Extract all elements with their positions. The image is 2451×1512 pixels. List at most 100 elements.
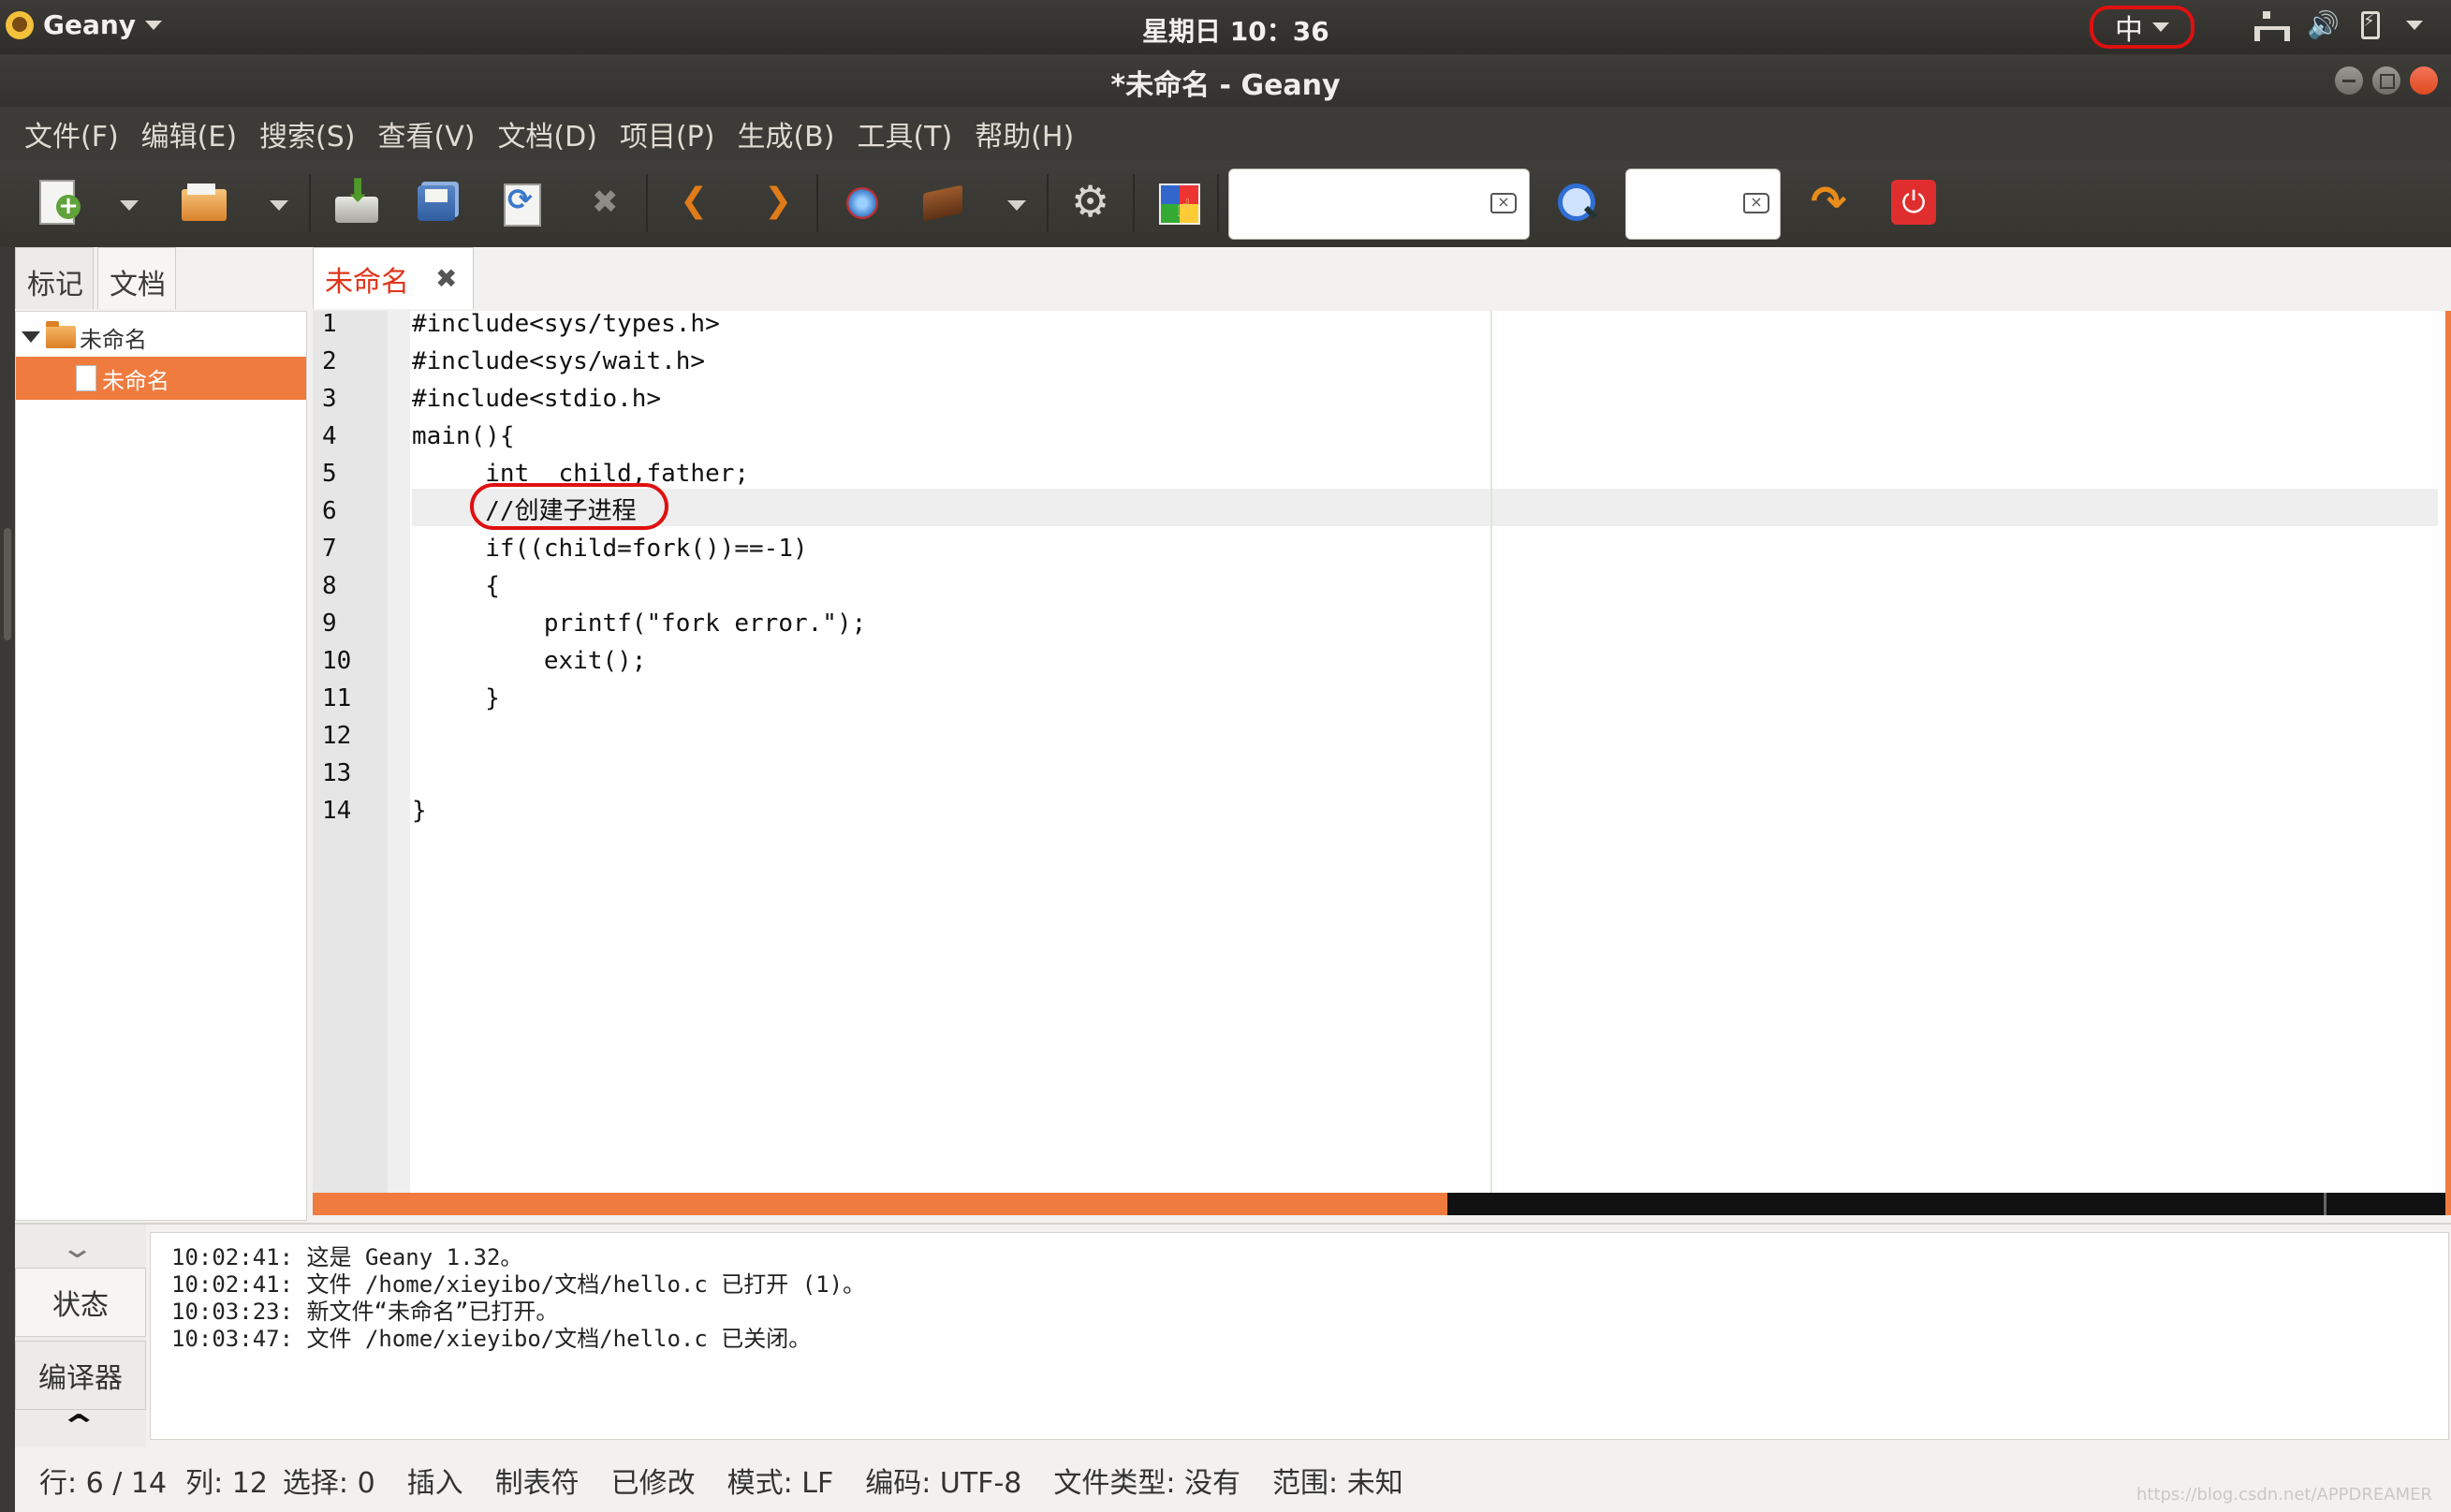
navigate-forward-icon[interactable] (749, 178, 800, 228)
tab-documents[interactable]: 文档 (97, 247, 176, 309)
scrollbar-thumb[interactable] (313, 1193, 1447, 1215)
close-window-button[interactable] (2409, 66, 2439, 95)
search-input[interactable] (1228, 169, 1530, 240)
status-selection: 选择: 0 (282, 1466, 375, 1500)
menu-build[interactable]: 生成(B) (737, 113, 834, 154)
network-icon[interactable] (2253, 11, 2290, 41)
line-number: 7 (322, 535, 337, 563)
code-line: #include<sys/wait.h> (412, 347, 706, 375)
build-dropdown-icon[interactable] (1007, 200, 1026, 211)
menu-file[interactable]: 文件(F) (24, 113, 119, 154)
system-menu-chevron-icon[interactable] (2406, 21, 2423, 30)
code-editor[interactable]: 1 2 3 4 5 6 7 8 9 10 11 12 13 14 #includ… (313, 310, 2451, 1215)
chevron-up-icon[interactable]: ⌃ (59, 1408, 99, 1446)
line-number: 2 (322, 347, 337, 375)
toolbar-separator (1047, 174, 1049, 232)
open-file-icon[interactable] (180, 178, 230, 228)
code-line: printf("fork error."); (412, 609, 867, 638)
fold-margin[interactable] (388, 311, 410, 1215)
status-indent: 制表符 (494, 1466, 580, 1500)
menu-bar: 文件(F) 编辑(E) 搜索(S) 查看(V) 文档(D) 项目(P) 生成(B… (0, 107, 2451, 161)
open-recent-dropdown-icon[interactable] (270, 200, 288, 211)
menu-document[interactable]: 文档(D) (497, 113, 597, 154)
system-tray: 🔊 (2253, 11, 2423, 41)
status-bar: 行: 6 / 14 列: 12 选择: 0 插入 制表符 已修改 模式: LF … (15, 1447, 2451, 1512)
status-line: 行: 6 / 14 (39, 1466, 168, 1500)
status-encoding: 编码: UTF-8 (865, 1466, 1022, 1500)
tree-file-label: 未命名 (102, 367, 169, 394)
maximize-button[interactable] (2371, 66, 2401, 95)
editor-tab[interactable]: 未命名 ✖ (313, 247, 474, 309)
window-title: *未命名 - Geany (1110, 69, 1341, 102)
clear-goto-icon[interactable]: × (1743, 193, 1769, 213)
toolbar-separator (309, 174, 311, 232)
menu-tools[interactable]: 工具(T) (857, 113, 952, 154)
close-file-icon[interactable] (580, 178, 631, 228)
tab-compiler[interactable]: 编译器 (15, 1341, 146, 1410)
expander-icon[interactable] (22, 331, 40, 343)
editor-tab-label: 未命名 (325, 265, 409, 299)
menu-search[interactable]: 搜索(S) (259, 113, 355, 154)
code-line: } (412, 684, 500, 712)
line-number: 6 (322, 497, 337, 525)
build-icon[interactable] (917, 178, 968, 228)
message-window: ⌄ 状态 编译器 ⌃ 10:02:41: 这是 Geany 1.32。 10:0… (15, 1223, 2451, 1449)
chevron-down-icon (145, 20, 163, 30)
code-line: exit(); (412, 647, 647, 675)
preferences-icon[interactable] (1067, 176, 1118, 228)
compile-icon[interactable] (837, 178, 888, 228)
chevron-down-icon[interactable]: ⌄ (60, 1232, 95, 1265)
toolbar (0, 161, 2451, 247)
toolbar-separator (1133, 174, 1135, 232)
status-log[interactable]: 10:02:41: 这是 Geany 1.32。 10:02:41: 文件 /h… (150, 1232, 2449, 1440)
menu-help[interactable]: 帮助(H) (975, 113, 1074, 154)
color-chooser-icon[interactable] (1153, 178, 1204, 228)
watermark: https://blog.csdn.net/APPDREAMER (2135, 1485, 2432, 1505)
new-file-icon[interactable] (32, 178, 82, 228)
tree-folder-label: 未命名 (80, 326, 147, 353)
navigate-back-icon[interactable] (667, 178, 717, 228)
new-file-dropdown-icon[interactable] (120, 200, 139, 211)
save-icon[interactable] (331, 172, 382, 228)
current-line-highlight (412, 489, 2438, 526)
volume-icon[interactable]: 🔊 (2307, 11, 2340, 39)
editor-tabbar: 未命名 ✖ (313, 247, 2451, 309)
tab-status[interactable]: 状态 (15, 1268, 146, 1337)
menu-project[interactable]: 项目(P) (620, 113, 715, 154)
clock[interactable]: 星期日 10：36 (1142, 11, 1329, 49)
app-menu[interactable]: Geany (6, 9, 163, 40)
code-line: #include<stdio.h> (412, 385, 662, 413)
code-line: main(){ (412, 422, 515, 450)
log-line: 10:03:47: 文件 /home/xieyibo/文档/hello.c 已关… (171, 1326, 812, 1352)
document-tree: 未命名 未命名 (15, 311, 307, 1221)
toolbar-separator (646, 174, 648, 232)
search-icon[interactable] (1550, 178, 1601, 228)
input-method-indicator[interactable]: 中 (2090, 6, 2194, 49)
line-number: 1 (322, 310, 337, 338)
minimize-button[interactable] (2334, 66, 2364, 95)
tree-file-row[interactable]: 未命名 (16, 357, 306, 400)
code-line: } (412, 797, 427, 825)
menu-edit[interactable]: 编辑(E) (141, 113, 237, 154)
reload-icon[interactable] (496, 178, 547, 228)
goto-line-icon[interactable] (1803, 176, 1854, 228)
tab-symbols[interactable]: 标记 (15, 247, 94, 309)
geany-logo-icon (6, 10, 34, 39)
scrollbar-divider (2324, 1193, 2326, 1215)
line-number: 8 (322, 572, 337, 600)
menu-view[interactable]: 查看(V) (378, 113, 476, 154)
line-number: 5 (322, 460, 337, 488)
tree-folder-row[interactable]: 未命名 (16, 316, 306, 359)
horizontal-scrollbar[interactable] (313, 1193, 2445, 1215)
input-method-label: 中 (2115, 14, 2143, 47)
launcher-strip (0, 247, 15, 1512)
top-panel: Geany 星期日 10：36 中 🔊 (0, 0, 2451, 54)
save-all-icon[interactable] (412, 178, 462, 228)
close-tab-icon[interactable]: ✖ (435, 263, 457, 294)
toolbar-separator (1217, 174, 1219, 232)
clear-search-icon[interactable]: × (1490, 193, 1517, 213)
line-number: 13 (322, 759, 352, 787)
status-filetype: 文件类型: 没有 (1053, 1466, 1241, 1500)
battery-icon[interactable] (2361, 11, 2380, 39)
quit-icon[interactable] (1889, 178, 1940, 228)
